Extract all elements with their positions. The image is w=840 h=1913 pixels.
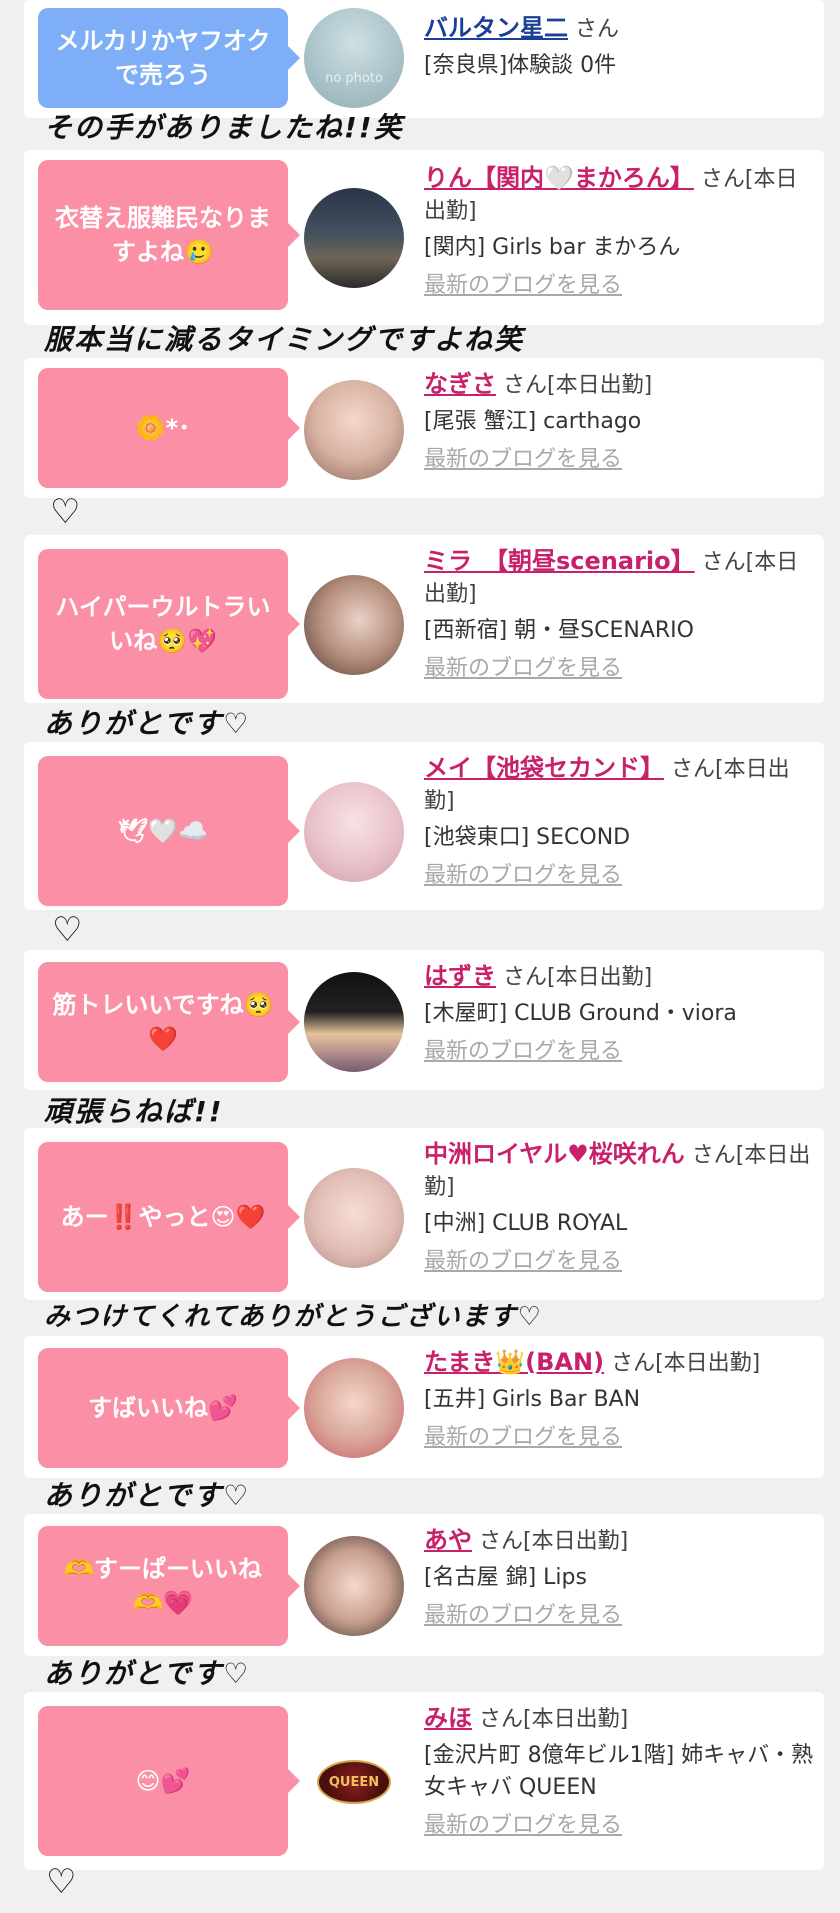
latest-blog-link[interactable]: 最新のブログを見る: [424, 1600, 819, 1632]
visitor-card: 🌼*･ なぎさ さん[本日出勤] [尾張 蟹江] carthago 最新のブログ…: [24, 358, 824, 498]
avatar[interactable]: [304, 1358, 404, 1458]
avatar[interactable]: QUEEN: [304, 1732, 404, 1832]
avatar[interactable]: [304, 575, 404, 675]
avatar[interactable]: [304, 782, 404, 882]
handwritten-note: ありがとです♡: [44, 707, 251, 740]
user-name-link[interactable]: はずき: [424, 962, 496, 990]
user-info: みほ さん[本日出勤] [金沢片町 8億年ビル1階] 姉キャバ・熟女キャバ QU…: [424, 1702, 819, 1842]
shop-info: [奈良県]体験談 0件: [424, 53, 617, 78]
comment-bubble: メルカリかヤフオクで売ろう: [38, 8, 300, 108]
shop-info: [金沢片町 8億年ビル1階] 姉キャバ・熟女キャバ QUEEN: [424, 1743, 814, 1800]
avatar[interactable]: [304, 972, 404, 1072]
comment-bubble: あー‼️やっと😍❤️: [38, 1142, 300, 1292]
user-suffix: さん[本日出勤]: [611, 1351, 761, 1376]
visitor-card: メルカリかヤフオクで売ろう no photo バルタン星二 さん [奈良県]体験…: [24, 0, 824, 118]
queen-logo: QUEEN: [317, 1760, 391, 1804]
user-suffix: さん[本日出勤]: [479, 1707, 629, 1732]
user-suffix: さん[本日出勤]: [503, 373, 653, 398]
user-name-link[interactable]: バルタン星二: [424, 14, 568, 42]
comment-bubble: 筋トレいいですね🥺❤️: [38, 962, 300, 1082]
shop-info: [池袋東口] SECOND: [424, 825, 631, 850]
user-info: ミラ 【朝昼scenario】 さん[本日出勤] [西新宿] 朝・昼SCENAR…: [424, 545, 819, 685]
comment-bubble: すばいいね💕: [38, 1348, 300, 1468]
handwritten-note: ありがとです♡: [44, 1479, 251, 1512]
visitor-card: 😊💕 QUEEN みほ さん[本日出勤] [金沢片町 8億年ビル1階] 姉キャバ…: [24, 1692, 824, 1870]
visitor-card: 🫶すーぱーいいね🫶💗 あや さん[本日出勤] [名古屋 錦] Lips 最新のブ…: [24, 1514, 824, 1656]
no-photo-label: no photo: [325, 71, 383, 86]
handwritten-note: ありがとです♡: [44, 1657, 251, 1690]
user-suffix: さん[本日出勤]: [503, 965, 653, 990]
latest-blog-link[interactable]: 最新のブログを見る: [424, 653, 819, 685]
user-info: たまき👑(BAN) さん[本日出勤] [五井] Girls Bar BAN 最新…: [424, 1346, 819, 1454]
user-name-link[interactable]: なぎさ: [424, 370, 496, 398]
handwritten-note: 服本当に減るタイミングですよね笑: [44, 323, 525, 356]
user-name-link[interactable]: 中洲ロイヤル♥桜咲れん: [424, 1140, 685, 1168]
comment-bubble: 衣替え服難民なりますよね🥲: [38, 160, 300, 310]
user-name-link[interactable]: みほ: [424, 1704, 472, 1732]
user-suffix: さん: [575, 17, 620, 42]
user-info: なぎさ さん[本日出勤] [尾張 蟹江] carthago 最新のブログを見る: [424, 368, 819, 476]
shop-info: [中洲] CLUB ROYAL: [424, 1211, 628, 1236]
comment-bubble: 😊💕: [38, 1706, 300, 1856]
visitor-card: あー‼️やっと😍❤️ 中洲ロイヤル♥桜咲れん さん[本日出勤] [中洲] CLU…: [24, 1128, 824, 1300]
user-suffix: さん[本日出勤]: [479, 1529, 629, 1554]
handwritten-note: 頑張らねば!!: [44, 1095, 224, 1128]
comment-bubble: ハイパーウルトラいいね🥺💖: [38, 549, 300, 699]
shop-info: [木屋町] CLUB Ground・viora: [424, 1001, 737, 1026]
latest-blog-link[interactable]: 最新のブログを見る: [424, 270, 819, 302]
comment-bubble: 🕊🤍☁️: [38, 756, 300, 906]
user-info: 中洲ロイヤル♥桜咲れん さん[本日出勤] [中洲] CLUB ROYAL 最新の…: [424, 1138, 819, 1278]
user-name-link[interactable]: りん【関内🤍まかろん】: [424, 164, 694, 192]
user-info: りん【関内🤍まかろん】 さん[本日出勤] [関内] Girls bar まかろん…: [424, 162, 819, 302]
handwritten-note: ♡: [52, 910, 85, 950]
visitor-card: 筋トレいいですね🥺❤️ はずき さん[本日出勤] [木屋町] CLUB Grou…: [24, 950, 824, 1090]
latest-blog-link[interactable]: 最新のブログを見る: [424, 1810, 819, 1842]
user-info: はずき さん[本日出勤] [木屋町] CLUB Ground・viora 最新の…: [424, 960, 819, 1068]
avatar[interactable]: [304, 1536, 404, 1636]
visitor-card: ハイパーウルトラいいね🥺💖 ミラ 【朝昼scenario】 さん[本日出勤] […: [24, 535, 824, 703]
avatar[interactable]: [304, 188, 404, 288]
shop-info: [五井] Girls Bar BAN: [424, 1387, 641, 1412]
handwritten-note: その手がありましたね!!笑: [44, 111, 404, 144]
user-name-link[interactable]: ミラ 【朝昼scenario】: [424, 547, 695, 575]
latest-blog-link[interactable]: 最新のブログを見る: [424, 444, 819, 476]
latest-blog-link[interactable]: 最新のブログを見る: [424, 860, 819, 892]
avatar[interactable]: no photo: [304, 8, 404, 108]
handwritten-note: みつけてくれてありがとうございます♡: [44, 1302, 543, 1332]
shop-info: [西新宿] 朝・昼SCENARIO: [424, 618, 694, 643]
user-info: あや さん[本日出勤] [名古屋 錦] Lips 最新のブログを見る: [424, 1524, 819, 1632]
avatar[interactable]: [304, 1168, 404, 1268]
avatar[interactable]: [304, 380, 404, 480]
comment-bubble: 🌼*･: [38, 368, 300, 488]
visitor-card: 🕊🤍☁️ メイ【池袋セカンド】 さん[本日出勤] [池袋東口] SECOND 最…: [24, 742, 824, 910]
handwritten-note: ♡: [46, 1862, 79, 1902]
latest-blog-link[interactable]: 最新のブログを見る: [424, 1036, 819, 1068]
visitor-card: すばいいね💕 たまき👑(BAN) さん[本日出勤] [五井] Girls Bar…: [24, 1336, 824, 1478]
latest-blog-link[interactable]: 最新のブログを見る: [424, 1246, 819, 1278]
latest-blog-link[interactable]: 最新のブログを見る: [424, 1422, 819, 1454]
user-name-link[interactable]: たまき👑(BAN): [424, 1348, 604, 1376]
shop-info: [関内] Girls bar まかろん: [424, 235, 681, 260]
comment-bubble: 🫶すーぱーいいね🫶💗: [38, 1526, 300, 1646]
handwritten-note: ♡: [50, 492, 83, 532]
user-info: バルタン星二 さん [奈良県]体験談 0件: [424, 12, 819, 82]
shop-info: [名古屋 錦] Lips: [424, 1565, 587, 1590]
user-name-link[interactable]: メイ【池袋セカンド】: [424, 754, 664, 782]
shop-info: [尾張 蟹江] carthago: [424, 409, 642, 434]
visitor-card: 衣替え服難民なりますよね🥲 りん【関内🤍まかろん】 さん[本日出勤] [関内] …: [24, 150, 824, 325]
user-name-link[interactable]: あや: [424, 1526, 472, 1554]
user-info: メイ【池袋セカンド】 さん[本日出勤] [池袋東口] SECOND 最新のブログ…: [424, 752, 819, 892]
